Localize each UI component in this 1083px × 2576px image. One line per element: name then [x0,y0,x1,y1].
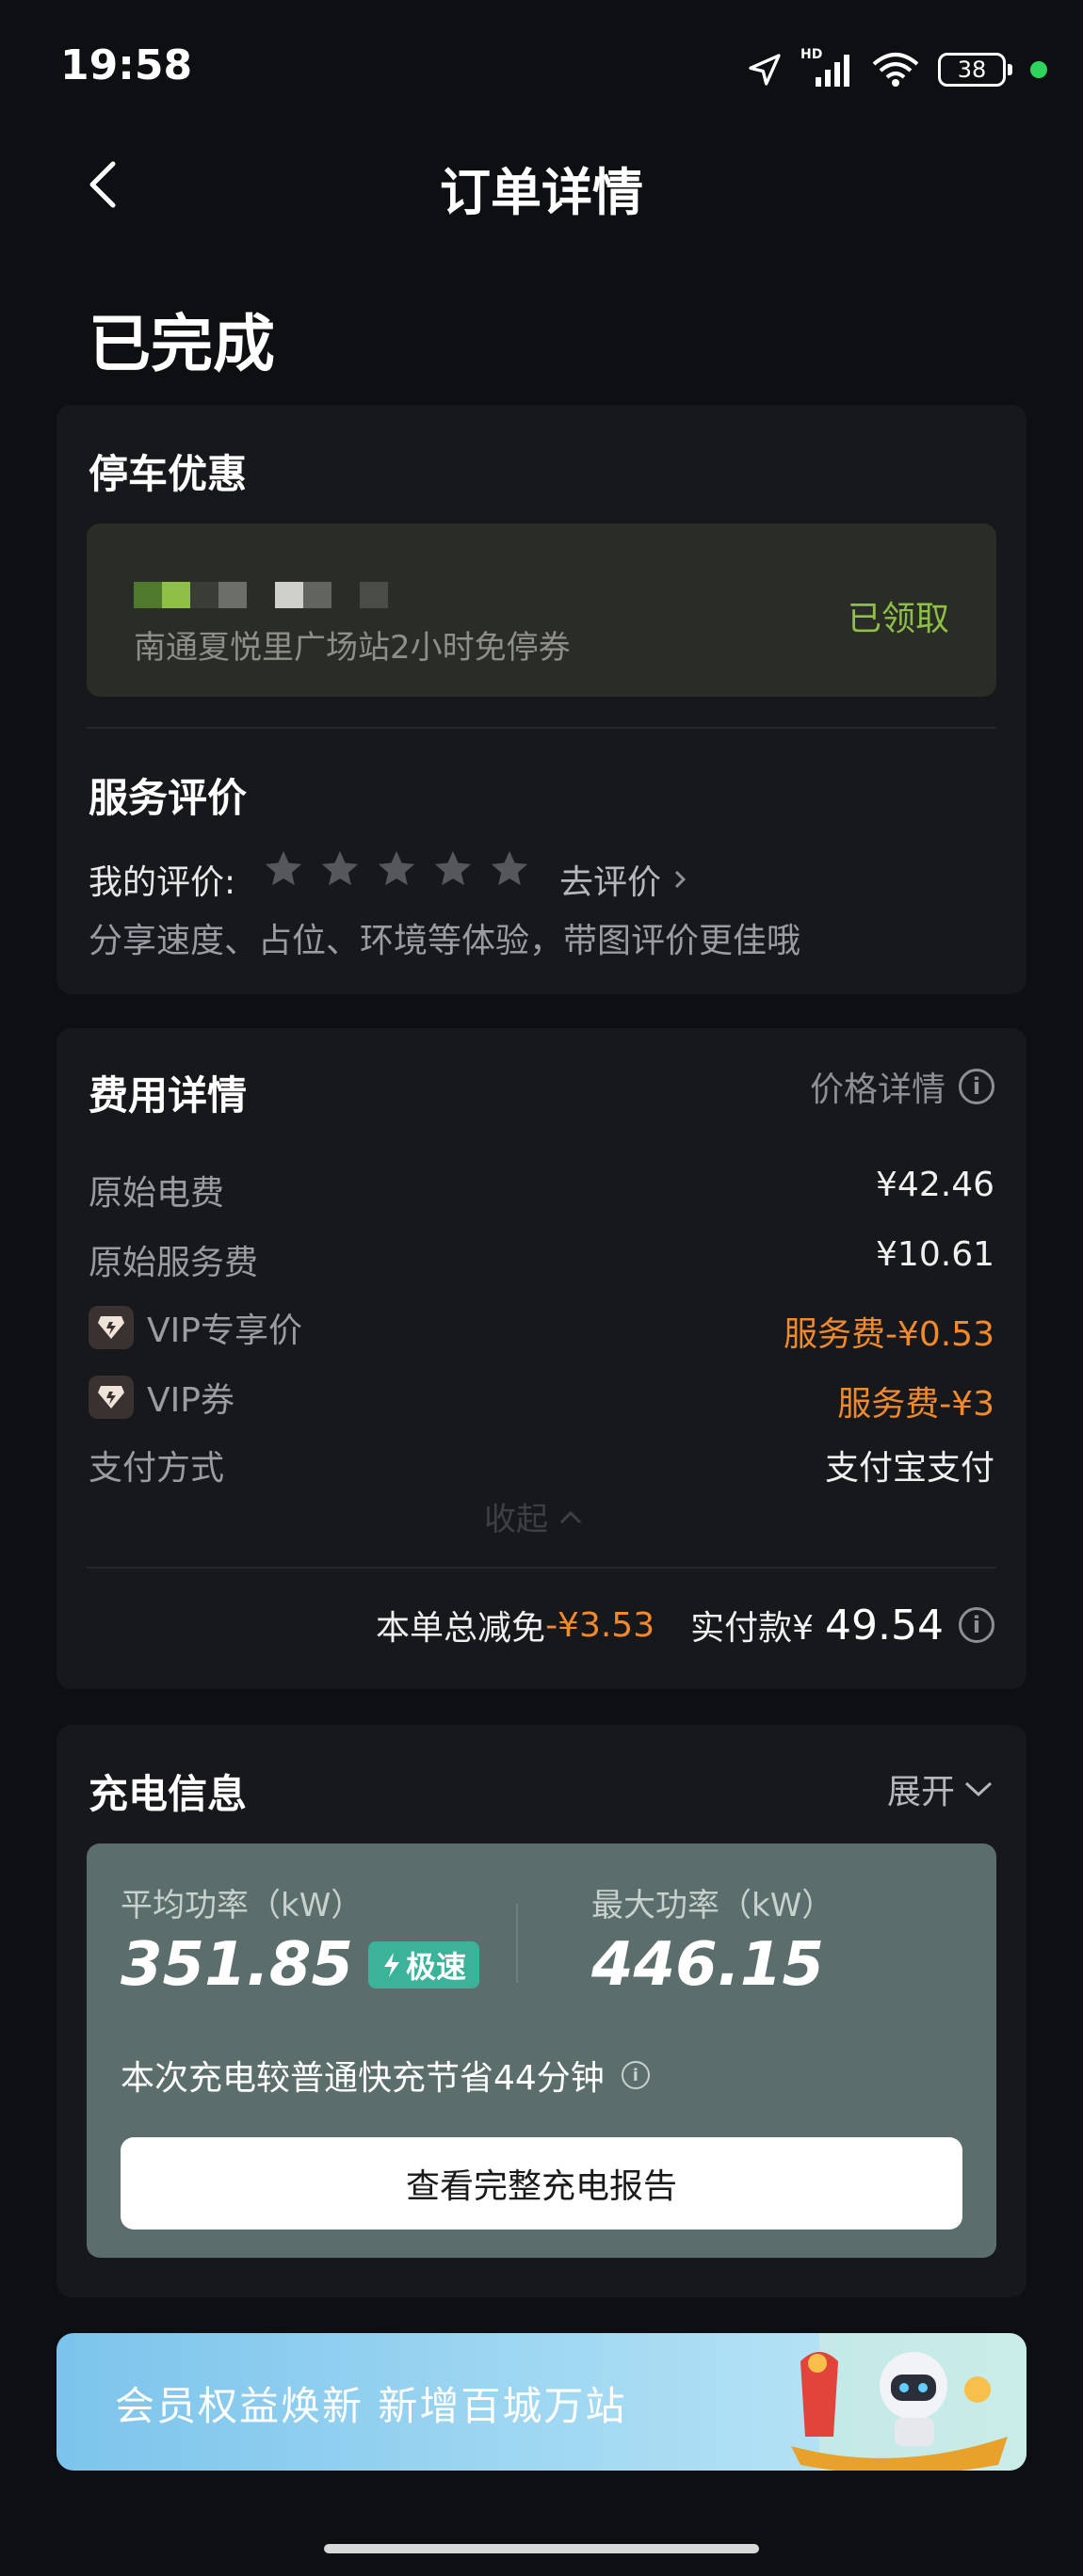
info-icon[interactable]: i [959,1607,994,1643]
my-review-label: 我的评价: [89,863,236,902]
fee-label-vip-price: VIP专享价 [89,1303,302,1352]
divider [87,727,996,729]
paid-label: 实付款¥ [690,1609,815,1648]
review-title: 服务评价 [89,775,248,821]
fee-label-vip-coupon: VIP券 [89,1373,234,1422]
star-icon[interactable] [488,847,531,891]
go-review-link[interactable]: 去评价 [559,855,689,904]
review-hint: 分享速度、占位、环境等体验，带图评价更佳哦 [89,922,801,960]
coupon-description: 南通夏悦里广场站2小时免停券 [134,629,571,667]
avg-power: 351.85 极速 [121,1930,479,2000]
fee-details-card [57,1028,1026,1689]
max-power-value: 446.15 [591,1930,824,2000]
mascot-dragon-boat-image [763,2333,1026,2471]
chevron-right-icon [674,870,687,889]
page-title: 订单详情 [440,163,643,222]
star-icon[interactable] [318,847,362,891]
expand-button[interactable]: 展开 [887,1764,994,1813]
collapse-label: 收起 [484,1501,548,1538]
time-saving: 本次充电较普通快充节省44分钟 i [121,2051,650,2100]
fee-value-vip-coupon: 服务费-¥3 [837,1385,994,1424]
fee-value-service: ¥10.61 [876,1235,994,1274]
fee-label-service: 原始服务费 [89,1244,259,1282]
banner-text: 会员权益焕新 新增百城万站 [115,2383,627,2429]
total-discount-label: 本单总减免 [376,1609,546,1648]
parking-coupon: 南通夏悦里广场站2小时免停券 已领取 [87,523,996,697]
collapse-button[interactable]: 收起 [484,1493,584,1539]
fee-summary: 本单总减免 -¥3.53 实付款¥ 49.54 i [376,1601,994,1650]
fee-label-payment: 支付方式 [89,1449,225,1488]
divider [87,1567,996,1569]
total-discount-value: -¥3.53 [545,1605,655,1645]
status-bar: 19:58 HD 38 [0,0,1083,141]
avg-power-label: 平均功率（kW） [121,1887,364,1924]
coupon-status: 已领取 [847,600,949,638]
membership-banner[interactable]: 会员权益焕新 新增百城万站 [57,2333,1026,2471]
wifi-icon [872,53,919,87]
time-saving-text: 本次充电较普通快充节省44分钟 [121,2059,605,2098]
fee-value-vip-price: 服务费-¥0.53 [783,1315,994,1354]
status-icons: HD 38 [746,43,1047,96]
charging-title: 充电信息 [89,1771,248,1817]
star-icon[interactable] [431,847,475,891]
price-detail-label: 价格详情 [809,1071,946,1109]
lightning-icon [383,1953,399,1977]
paid-amount: 49.54 [825,1601,944,1650]
chevron-down-icon [964,1781,993,1797]
parking-title: 停车优惠 [89,451,248,497]
battery-icon: 38 [938,53,1012,87]
home-indicator[interactable] [324,2544,759,2553]
max-power-label: 最大功率（kW） [591,1887,834,1924]
fee-value-payment: 支付宝支付 [824,1449,994,1488]
price-detail-link[interactable]: 价格详情 i [810,1062,994,1111]
location-arrow-icon [749,54,781,86]
view-charging-report-button[interactable]: 查看完整充电报告 [121,2137,962,2230]
star-icon[interactable] [262,847,305,891]
speed-tag: 极速 [367,1941,479,1988]
vip-diamond-icon [89,1306,134,1349]
cellular-signal-icon: HD [800,47,853,89]
rating-stars[interactable] [262,847,531,891]
info-icon[interactable]: i [621,2061,650,2089]
coupon-name-redacted [134,582,388,608]
chevron-up-icon [559,1510,582,1523]
avg-power-value: 351.85 [121,1930,353,2000]
privacy-indicator-dot [1030,61,1047,78]
expand-label: 展开 [886,1773,955,1811]
stat-divider [516,1904,518,1983]
order-status: 已完成 [89,308,275,380]
fee-label-electricity: 原始电费 [89,1174,225,1213]
fees-title: 费用详情 [89,1072,248,1119]
status-time: 19:58 [60,41,193,89]
go-review-label: 去评价 [559,863,662,902]
charging-stats-panel: 平均功率（kW） 351.85 极速 最大功率（kW） 446.15 本次充电较… [87,1843,996,2258]
fee-value-electricity: ¥42.46 [876,1166,994,1204]
star-icon[interactable] [375,847,418,891]
info-icon: i [959,1069,994,1104]
vip-diamond-icon [89,1376,134,1419]
